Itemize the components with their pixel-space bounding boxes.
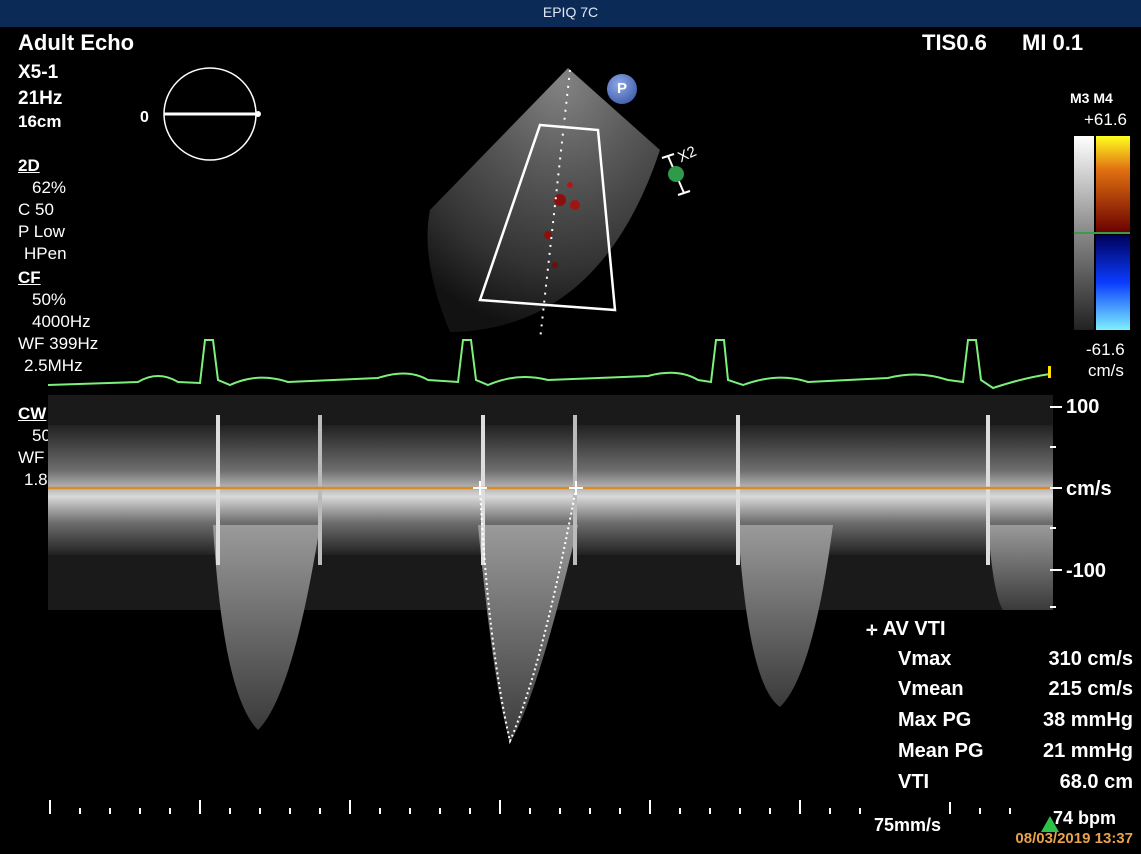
- mode-2d-label: 2D: [18, 156, 40, 175]
- timestamp: 08/03/2019 13:37: [1015, 830, 1133, 847]
- measurement-title: AV VTI: [882, 618, 946, 640]
- colorbar-unit: cm/s: [1088, 361, 1124, 380]
- colorbar-bottom: -61.6: [1086, 340, 1125, 359]
- gain-2d: 62%: [32, 178, 67, 197]
- measurement-panel: ✛ AV VTI Vmax 310 cm/s Vmean 215 cm/s Ma…: [858, 612, 1141, 802]
- mode-cf-label: CF: [18, 268, 41, 287]
- measurement-label: VTI: [898, 771, 930, 793]
- probe-label: X5-1: [18, 62, 59, 83]
- probe-marker-label: P: [616, 80, 627, 97]
- power-2d: P Low: [18, 222, 65, 241]
- measurement-label: Vmax: [898, 648, 952, 670]
- time-axis-ticks: [49, 800, 1011, 814]
- velocity-scale-top: 100: [1066, 396, 1100, 418]
- sweep-speed: 75mm/s: [874, 815, 942, 835]
- heart-rate: 74 bpm: [1053, 808, 1117, 828]
- frame-rate: 21Hz: [18, 88, 63, 109]
- orientation-dial: [163, 67, 261, 161]
- measurement-value: 310 cm/s: [1048, 648, 1133, 670]
- colorbar-top: +61.6: [1084, 110, 1128, 129]
- measurement-label: Vmean: [898, 678, 964, 700]
- depth-readout: 16cm: [18, 112, 62, 131]
- params-2d-panel: 2D 62% C 50 P Low HPen: [18, 155, 67, 265]
- measurement-label: Mean PG: [898, 740, 984, 762]
- colormap-label: M3 M4: [1070, 90, 1113, 106]
- measurement-label: Max PG: [898, 709, 972, 731]
- velocity-scale-unit: cm/s: [1066, 478, 1112, 500]
- preset-label: Adult Echo: [18, 30, 135, 55]
- ecg-trace: [48, 339, 1051, 390]
- colorbar-negative: [1096, 235, 1130, 330]
- echo-2d-sector: [427, 68, 660, 341]
- orientation-angle: 0: [140, 109, 149, 126]
- caliper-icon: ✛: [866, 622, 878, 638]
- probe-orientation-marker: P: [607, 74, 637, 104]
- system-title: EPIQ 7C: [542, 4, 599, 20]
- tis-readout: TIS0.6: [922, 30, 987, 55]
- measurement-value: 68.0 cm: [1059, 771, 1133, 793]
- colorbar-positive: [1096, 136, 1130, 233]
- velocity-scale-ticks: [1050, 406, 1062, 608]
- measurement-value: 215 cm/s: [1048, 678, 1133, 700]
- measurement-title-row: ✛ AV VTI: [866, 618, 946, 641]
- harmonic-2d: HPen: [24, 244, 67, 263]
- gain-cf: 50%: [32, 290, 67, 309]
- system-title-bar: EPIQ 7C: [0, 0, 1141, 27]
- measurement-value: 21 mmHg: [1042, 740, 1133, 762]
- velocity-scale-bottom: -100: [1066, 560, 1107, 582]
- colorbar-baseline: [1074, 232, 1130, 234]
- compression-2d: C 50: [18, 200, 54, 219]
- measurement-value: 38 mmHg: [1042, 709, 1133, 731]
- mi-readout: MI 0.1: [1022, 30, 1084, 55]
